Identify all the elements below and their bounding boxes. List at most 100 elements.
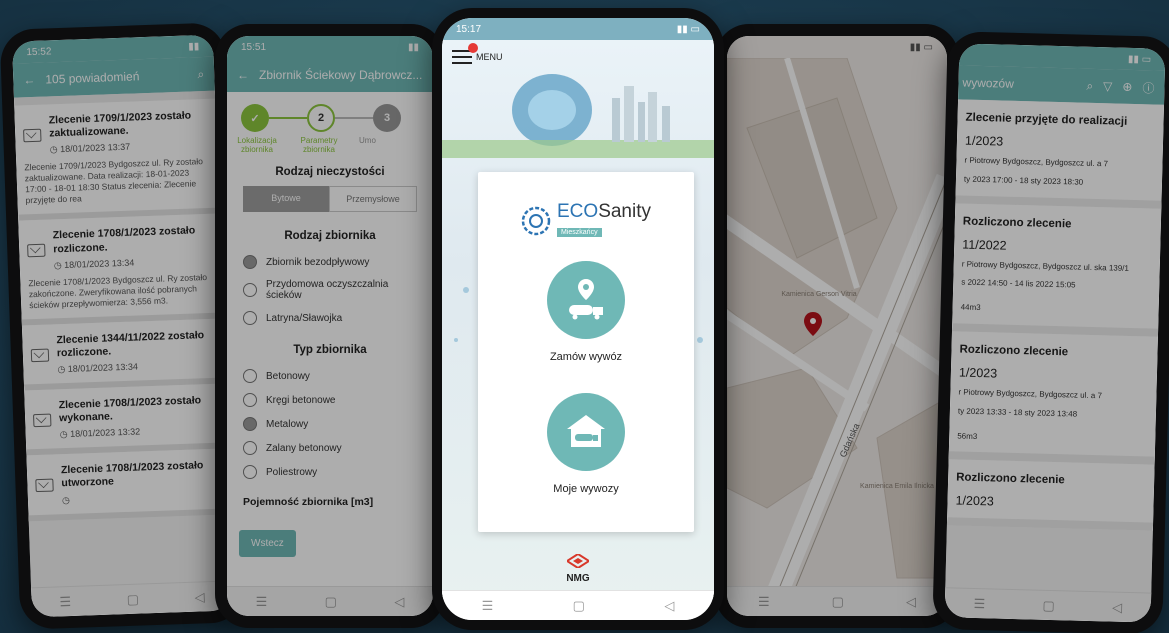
search-icon[interactable]: ⌕ [197, 66, 204, 81]
phone-orders: ▮▮ ▭ wywozów ⌕ ▽ ⊕ ⓘ Zlecenie przyjęte d… [932, 31, 1169, 633]
step-1-done[interactable]: ✓ [241, 104, 269, 132]
order-status: Rozliczono zlecenie [959, 343, 1069, 359]
order-time: ty 2023 13:33 - 18 sty 2023 13:48 [957, 406, 1078, 419]
order-status: Rozliczono zlecenie [962, 215, 1072, 230]
nmg-diamond-icon [565, 552, 591, 570]
step-labels: Lokalizacja zbiornika Parametry zbiornik… [227, 136, 433, 154]
radio-option[interactable]: Zalany betonowy [227, 436, 433, 460]
order-quantity: 44m3 [960, 302, 981, 313]
recent-apps-icon[interactable]: ☰ [59, 593, 71, 609]
radio-option[interactable]: Zbiornik bezodpływowy [227, 250, 433, 274]
radio-icon[interactable] [243, 393, 257, 407]
filter-icon[interactable]: ▽ [1103, 79, 1113, 93]
order-time: ty 2023 17:00 - 18 sty 2023 18:30 [963, 174, 1084, 187]
radio-option[interactable]: Latryna/Sławojka [227, 306, 433, 330]
back-nav-icon[interactable]: ◁ [1112, 599, 1122, 615]
notification-date: ◷ [62, 489, 221, 506]
notification-title: Zlecenie 1708/1/2023 zostało utworzone [60, 459, 204, 490]
nav-bar: ☰ ▢ ◁ [442, 590, 714, 620]
back-arrow-icon[interactable]: ← [23, 73, 35, 87]
step-label: Lokalizacja zbiornika [237, 136, 277, 154]
notification-item[interactable]: Zlecenie 1708/1/2023 zostało utworzone ◷ [26, 448, 230, 521]
clock-icon: ◷ [61, 494, 71, 505]
back-button[interactable]: Wstecz [239, 530, 296, 557]
radio-option[interactable]: Poliestrowy [227, 460, 433, 484]
home-card: ECOSanity Mieszkańcy Zamów wywóz Moje wy… [478, 172, 694, 532]
tank-form-screen: 15:51 ▮▮ ← Zbiornik Ściekowy Dąbrowcz... … [227, 36, 433, 616]
notification-item[interactable]: Zlecenie 1344/11/2022 zostało rozliczone… [21, 318, 226, 391]
envelope-icon [35, 478, 54, 493]
step-2-current[interactable]: 2 [307, 104, 335, 132]
my-pickups-button[interactable] [547, 393, 625, 471]
radio-icon[interactable] [243, 255, 257, 269]
home-icon[interactable]: ▢ [832, 594, 844, 610]
nmg-logo: NMG [442, 552, 714, 584]
notification-body: Zlecenie 1708/1/2023 Bydgoszcz ul. Ry zo… [28, 271, 208, 311]
notification-item[interactable]: Zlecenie 1708/1/2023 zostało rozliczone.… [18, 213, 223, 326]
radio-icon[interactable] [243, 441, 257, 455]
radio-label: Betonowy [266, 370, 310, 382]
brand-eco: ECO [557, 201, 599, 222]
info-icon[interactable]: ⓘ [1142, 79, 1154, 96]
radio-icon[interactable] [243, 369, 257, 383]
status-bar: 15:17 ▮▮ ▭ [442, 18, 714, 40]
tank-form-appbar: ← Zbiornik Ściekowy Dąbrowcz... [227, 58, 433, 92]
status-time: 15:17 [456, 23, 482, 35]
nav-bar: ☰ ▢ ◁ [944, 587, 1152, 623]
home-icon[interactable]: ▢ [325, 594, 337, 610]
search-icon[interactable]: ⌕ [1086, 78, 1093, 93]
radio-option[interactable]: Przydomowa oczyszczalnia ścieków [227, 274, 433, 306]
order-pickup-label[interactable]: Zamów wywóz [478, 351, 694, 363]
recent-apps-icon[interactable]: ☰ [256, 594, 268, 610]
notification-date: ◷ 18/01/2023 13:32 [59, 426, 141, 440]
home-icon[interactable]: ▢ [1042, 597, 1055, 613]
my-pickups-label[interactable]: Moje wywozy [478, 483, 694, 495]
back-nav-icon[interactable]: ◁ [906, 594, 916, 610]
radio-option[interactable]: Kręgi betonowe [227, 388, 433, 412]
back-nav-icon[interactable]: ◁ [664, 598, 674, 614]
radio-icon[interactable] [243, 417, 257, 431]
envelope-icon [27, 244, 46, 258]
map-view[interactable]: Kamienica Gerson Vitria Kamienica Emila … [727, 58, 947, 586]
order-item[interactable]: Rozliczono zlecenie 11/2022 r Piotrowy Byd… [952, 202, 1162, 337]
radio-icon[interactable] [243, 283, 257, 297]
orders-screen: ▮▮ ▭ wywozów ⌕ ▽ ⊕ ⓘ Zlecenie przyjęte d… [944, 43, 1166, 623]
ecosanity-logo: ECOSanity Mieszkańcy [478, 202, 694, 239]
order-item[interactable]: Zlecenie przyjęte do realizacji 1/2023 r P… [955, 99, 1165, 209]
back-nav-icon[interactable]: ◁ [394, 594, 404, 610]
map-canvas[interactable]: Kamienica Gerson Vitria Kamienica Emila … [727, 58, 947, 586]
gear-logo-icon [521, 206, 551, 235]
back-arrow-icon[interactable]: ← [237, 68, 249, 82]
signal-icon: ▮▮ [188, 40, 200, 53]
segment-domestic[interactable]: Bytowe [243, 186, 329, 212]
recent-apps-icon[interactable]: ☰ [758, 594, 770, 610]
menu-button[interactable]: MENU [452, 43, 503, 64]
recent-apps-icon[interactable]: ☰ [973, 595, 985, 611]
recent-apps-icon[interactable]: ☰ [482, 598, 494, 614]
step-3[interactable]: 3 [373, 104, 401, 132]
segment-industrial[interactable]: Przemysłowe [329, 186, 417, 212]
order-pickup-button[interactable] [547, 261, 625, 339]
phone-home: 15:17 ▮▮ ▭ MENU ECOSanity Mieszkańcy Zam… [432, 8, 724, 630]
home-icon[interactable]: ▢ [126, 591, 139, 607]
add-icon[interactable]: ⊕ [1122, 80, 1132, 94]
brand-sanity: Sanity [598, 201, 651, 222]
order-item[interactable]: Rozliczono zlecenie 1/2023 [946, 459, 1155, 532]
nmg-text: NMG [566, 573, 590, 584]
notification-date: ◷ 18/01/2023 13:34 [57, 361, 139, 375]
appbar-title: Zbiornik Ściekowy Dąbrowcz... [259, 68, 423, 82]
radio-icon[interactable] [243, 465, 257, 479]
home-icon[interactable]: ▢ [573, 598, 585, 614]
radio-option[interactable]: Metalowy [227, 412, 433, 436]
order-item[interactable]: Rozliczono zlecenie 1/2023 r Piotrowy Bydg… [948, 331, 1158, 466]
radio-label: Przydomowa oczyszczalnia ścieków [266, 279, 389, 301]
notification-item[interactable]: Zlecenie 1708/1/2023 zostało wykonane. ◷ … [24, 383, 228, 456]
notification-date: ◷ 18/01/2023 13:34 [53, 257, 135, 271]
orders-list: Zlecenie przyjęte do realizacji 1/2023 r P… [946, 99, 1165, 532]
back-nav-icon[interactable]: ◁ [194, 589, 205, 605]
radio-icon[interactable] [243, 311, 257, 325]
status-bar: 15:51 ▮▮ [227, 36, 433, 58]
radio-option[interactable]: Betonowy [227, 364, 433, 388]
notification-item[interactable]: Zlecenie 1709/1/2023 zostało zaktualizow… [14, 98, 220, 222]
order-number: 1/2023 [964, 133, 1004, 149]
